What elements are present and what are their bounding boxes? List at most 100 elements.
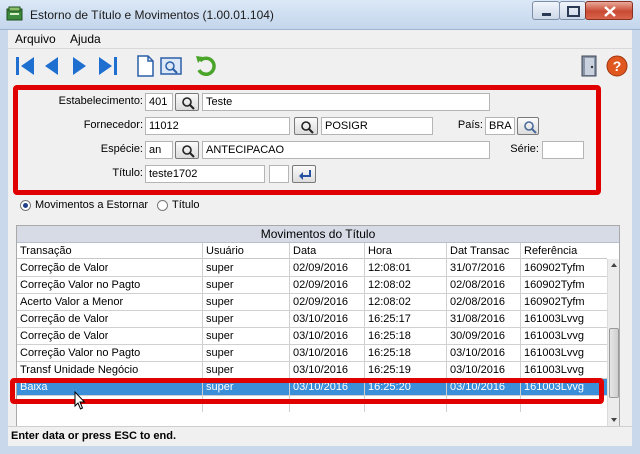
cell-referencia: 161003Lvvg bbox=[524, 347, 584, 359]
column-header-dat-transac[interactable]: Dat Transac bbox=[450, 245, 509, 257]
cell-hora: 16:25:20 bbox=[368, 381, 411, 393]
cell-transacao: Correção Valor no Pagto bbox=[20, 347, 141, 359]
pais-label: País: bbox=[457, 119, 483, 131]
minimize-button[interactable] bbox=[532, 1, 560, 20]
confirm-enter-button[interactable] bbox=[292, 165, 316, 183]
magnifier-icon bbox=[301, 121, 314, 134]
estabelecimento-desc-field: Teste bbox=[202, 93, 490, 111]
menu-arquivo[interactable]: Arquivo bbox=[15, 32, 56, 46]
status-text: Enter data or press ESC to end. bbox=[11, 430, 177, 442]
window-frame-bottom bbox=[0, 446, 640, 454]
table-row[interactable]: Transf Unidade Negócio super 03/10/2016 16:… bbox=[17, 362, 607, 379]
especie-search-button[interactable] bbox=[175, 141, 199, 159]
fornecedor-search-button[interactable] bbox=[294, 117, 318, 135]
cell-dat-transac: 02/08/2016 bbox=[450, 296, 506, 308]
column-header-usuario[interactable]: Usuário bbox=[206, 245, 244, 257]
table-row[interactable]: Correção de Valor super 02/09/2016 12:08:01… bbox=[17, 260, 607, 277]
menu-ajuda[interactable]: Ajuda bbox=[70, 32, 101, 46]
especie-desc-field: ANTECIPACAO bbox=[202, 141, 490, 159]
first-record-icon[interactable] bbox=[13, 53, 39, 79]
cell-hora: 12:08:02 bbox=[368, 296, 411, 308]
table-row[interactable]: Correção de Valor super 03/10/2016 16:25:18… bbox=[17, 328, 607, 345]
cell-data: 03/10/2016 bbox=[293, 381, 349, 393]
cell-transacao: Correção de Valor bbox=[20, 313, 109, 325]
status-bar: Enter data or press ESC to end. bbox=[8, 426, 632, 446]
next-record-icon[interactable] bbox=[66, 53, 92, 79]
exit-door-icon[interactable] bbox=[576, 53, 602, 79]
maximize-icon bbox=[567, 6, 580, 17]
radio-titulo-label[interactable]: Título bbox=[172, 199, 200, 211]
column-divider bbox=[364, 243, 365, 412]
pais-input[interactable]: BRA bbox=[485, 117, 515, 135]
movements-grid[interactable]: Movimentos do Título Transação Usuário D… bbox=[16, 225, 620, 429]
radio-movimentos-label[interactable]: Movimentos a Estornar bbox=[35, 199, 148, 211]
cell-referencia: 160902Tyfm bbox=[524, 296, 585, 308]
table-row[interactable]: Acerto Valor a Menor super 02/09/2016 12:08… bbox=[17, 294, 607, 311]
magnifier-icon bbox=[182, 145, 195, 158]
scroll-down-icon[interactable] bbox=[608, 414, 620, 426]
cell-dat-transac: 03/10/2016 bbox=[450, 364, 506, 376]
table-row[interactable]: Correção de Valor super 03/10/2016 16:25:17… bbox=[17, 311, 607, 328]
cell-usuario: super bbox=[206, 364, 234, 376]
table-row-selected[interactable]: Baixa super 03/10/2016 16:25:20 03/10/2016 16… bbox=[17, 379, 607, 396]
estabelecimento-label: Estabelecimento: bbox=[58, 95, 143, 107]
close-button[interactable] bbox=[585, 1, 633, 20]
scroll-thumb[interactable] bbox=[609, 328, 619, 398]
grid-title: Movimentos do Título bbox=[17, 226, 619, 243]
maximize-button[interactable] bbox=[559, 1, 586, 20]
fornecedor-label: Fornecedor: bbox=[83, 119, 143, 131]
cell-usuario: super bbox=[206, 313, 234, 325]
scroll-up-icon[interactable] bbox=[608, 259, 620, 271]
window-frame-left bbox=[0, 30, 8, 454]
fornecedor-code-input[interactable]: 11012 bbox=[145, 117, 290, 135]
preview-icon[interactable] bbox=[158, 53, 184, 79]
column-divider bbox=[446, 243, 447, 412]
pais-search-button[interactable] bbox=[517, 117, 539, 135]
close-icon bbox=[604, 6, 616, 17]
serie-input[interactable] bbox=[542, 141, 584, 159]
grid-header: Transação Usuário Data Hora Dat Transac … bbox=[17, 243, 607, 259]
cell-data: 02/09/2016 bbox=[293, 262, 349, 274]
column-divider bbox=[520, 243, 521, 412]
especie-code-input[interactable]: an bbox=[145, 141, 173, 159]
cell-hora: 16:25:18 bbox=[368, 347, 411, 359]
column-header-hora[interactable]: Hora bbox=[368, 245, 392, 257]
estabelecimento-code-input[interactable]: 401 bbox=[145, 93, 173, 111]
column-header-referencia[interactable]: Referência bbox=[524, 245, 577, 257]
window-frame-right bbox=[632, 30, 640, 454]
cell-dat-transac: 03/10/2016 bbox=[450, 381, 506, 393]
table-row[interactable]: Correção Valor no Pagto super 03/10/2016 16… bbox=[17, 345, 607, 362]
cell-usuario: super bbox=[206, 279, 234, 291]
previous-record-icon[interactable] bbox=[39, 53, 65, 79]
new-document-icon[interactable] bbox=[132, 53, 158, 79]
cell-referencia: 161003Lvvg bbox=[524, 381, 584, 393]
parcela-input[interactable] bbox=[269, 165, 289, 183]
column-divider bbox=[289, 243, 290, 412]
enter-arrow-icon bbox=[299, 170, 311, 180]
table-row[interactable]: Correção Valor no Pagto super 02/09/2016 12… bbox=[17, 277, 607, 294]
cell-dat-transac: 31/08/2016 bbox=[450, 313, 506, 325]
column-divider bbox=[202, 243, 203, 412]
cell-transacao: Transf Unidade Negócio bbox=[20, 364, 139, 376]
cell-data: 02/09/2016 bbox=[293, 296, 349, 308]
help-icon[interactable]: ? bbox=[604, 53, 630, 79]
last-record-icon[interactable] bbox=[94, 53, 120, 79]
svg-text:?: ? bbox=[613, 58, 622, 74]
radio-titulo[interactable] bbox=[157, 200, 168, 211]
estabelecimento-search-button[interactable] bbox=[175, 93, 199, 111]
radio-movimentos[interactable] bbox=[20, 200, 31, 211]
titulo-input[interactable]: teste1702 bbox=[145, 165, 265, 183]
cell-transacao: Baixa bbox=[20, 381, 48, 393]
column-header-data[interactable]: Data bbox=[293, 245, 316, 257]
cell-data: 03/10/2016 bbox=[293, 313, 349, 325]
mouse-cursor-icon bbox=[74, 391, 86, 410]
titulo-label: Título: bbox=[112, 167, 143, 179]
grid-vertical-scrollbar[interactable] bbox=[607, 259, 619, 428]
fornecedor-desc-field: POSIGR bbox=[321, 117, 433, 135]
column-header-transacao[interactable]: Transação bbox=[20, 245, 72, 257]
app-icon bbox=[6, 6, 23, 21]
refresh-icon[interactable] bbox=[193, 53, 219, 79]
cell-referencia: 161003Lvvg bbox=[524, 364, 584, 376]
window-client: Arquivo Ajuda ? Estabelecimento: 401 Tes… bbox=[8, 30, 632, 446]
minimize-icon bbox=[542, 13, 551, 16]
